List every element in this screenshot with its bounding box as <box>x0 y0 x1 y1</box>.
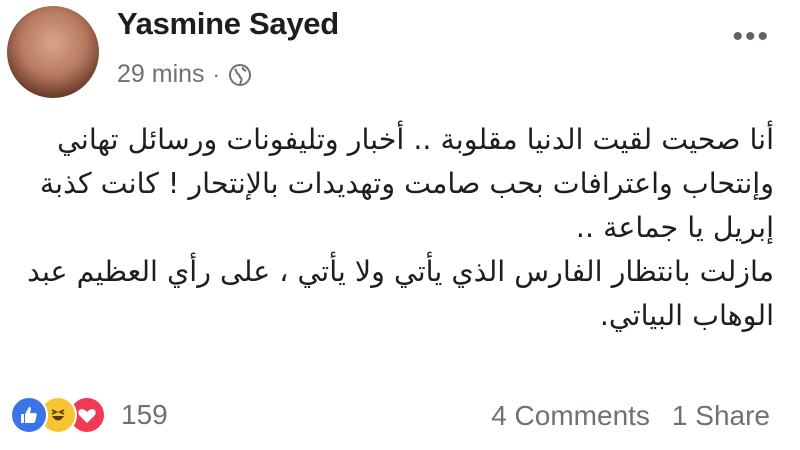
like-icon <box>10 396 48 434</box>
reaction-count[interactable]: 159 <box>121 399 168 431</box>
post-text-line: أنا صحيت لقيت الدنيا مقلوبة .. أخبار وتل… <box>57 123 774 156</box>
globe-icon <box>228 63 252 87</box>
reactions-summary[interactable]: 159 <box>10 396 168 434</box>
comments-link[interactable]: 4 Comments <box>491 400 650 432</box>
more-options-icon[interactable]: ••• <box>732 22 770 52</box>
post-meta: 29 mins · <box>117 60 252 89</box>
post-text-line: وإنتحاب واعترافات بحب صامت وتهديدات بالإ… <box>39 167 774 200</box>
shares-link[interactable]: 1 Share <box>672 400 770 432</box>
post-text-line: إبريل يا جماعة .. <box>575 211 774 244</box>
post-text-line: الوهاب البياتي. <box>599 299 774 332</box>
facebook-post: Yasmine Sayed 29 mins · ••• أنا صحيت لقي… <box>0 0 800 450</box>
post-text: أنا صحيت لقيت الدنيا مقلوبة .. أخبار وتل… <box>27 118 774 338</box>
post-text-line: مازلت بانتظار الفارس الذي يأتي ولا يأتي … <box>27 255 774 288</box>
engagement-links: 4 Comments 1 Share <box>491 400 770 432</box>
author-avatar[interactable] <box>7 6 99 98</box>
author-name[interactable]: Yasmine Sayed <box>117 6 339 42</box>
post-timestamp[interactable]: 29 mins <box>117 60 205 89</box>
meta-separator: · <box>212 61 220 87</box>
